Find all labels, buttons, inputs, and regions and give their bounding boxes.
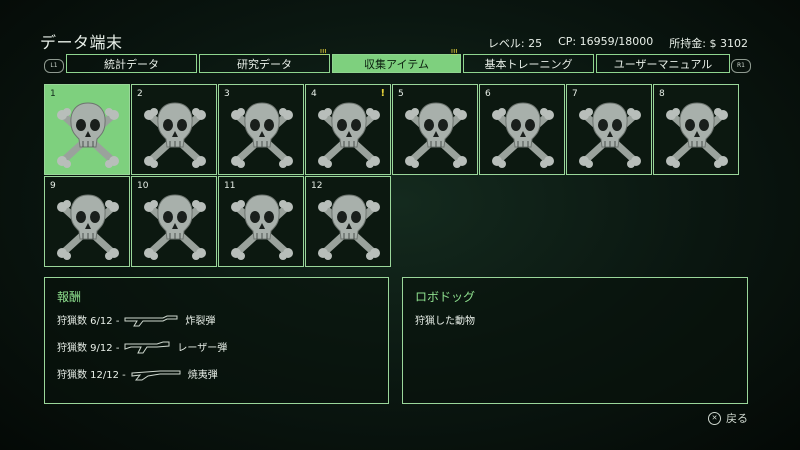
tab-label: 統計データ [104, 58, 159, 71]
laser-gun-icon [124, 341, 170, 353]
skull-crossbones-icon [140, 187, 210, 263]
info-panel: ロボドッグ 狩猟した動物 [402, 277, 748, 404]
ammo-name: 炸裂弾 [185, 316, 216, 327]
skull-crossbones-icon [53, 95, 123, 171]
collectible-item[interactable]: 12 [305, 176, 391, 267]
kill-count: 狩猟数 12/12 - [57, 370, 126, 381]
tab-label: 基本トレーニング [484, 58, 573, 71]
notify-icon: !!! [450, 48, 458, 57]
skull-crossbones-icon [488, 95, 558, 171]
collectible-item[interactable]: 2 [131, 84, 217, 175]
kill-count: 狩猟数 6/12 - [57, 316, 120, 327]
info-description: 狩猟した動物 [415, 316, 475, 327]
tab-statistics[interactable]: 統計データ [66, 54, 197, 73]
cp-label: CP: 16959/18000 [558, 35, 654, 48]
collectible-item[interactable]: 5 [392, 84, 478, 175]
tab-label: 収集アイテム [364, 58, 429, 71]
collectible-item[interactable]: 10 [131, 176, 217, 267]
tab-bar: 統計データ 研究データ !!! 収集アイテム !!! 基本トレーニング ユーザー… [66, 49, 732, 75]
skull-crossbones-icon [662, 95, 732, 171]
reward-row: 狩猟数 12/12 - 焼夷弾 [57, 366, 218, 381]
skull-crossbones-icon [575, 95, 645, 171]
reward-row: 狩猟数 6/12 - 炸裂弾 [57, 312, 215, 327]
r1-shoulder-button[interactable]: R1 [731, 59, 751, 73]
skull-crossbones-icon [314, 187, 384, 263]
notify-icon: !!! [319, 48, 327, 57]
collectible-item[interactable]: 3 [218, 84, 304, 175]
tab-training[interactable]: 基本トレーニング [463, 54, 594, 73]
ammo-name: 焼夷弾 [187, 370, 218, 381]
reward-row: 狩猟数 9/12 - レーザー弾 [57, 339, 227, 354]
tab-label: ユーザーマニュアル [613, 58, 713, 71]
player-stats: レベル: 25 CP: 16959/18000 所持金: $ 3102 [488, 35, 748, 51]
level-label: レベル: 25 [487, 37, 543, 50]
skull-crossbones-icon [227, 187, 297, 263]
skull-crossbones-icon [140, 95, 210, 171]
collectible-item[interactable]: 11 [218, 176, 304, 267]
rewards-panel: 報酬 狩猟数 6/12 - 炸裂弾 狩猟数 9/12 - レーザー弾 狩猟数 1… [44, 277, 389, 404]
collectible-item[interactable]: 6 [479, 84, 565, 175]
l1-shoulder-button[interactable]: L1 [44, 59, 64, 73]
skull-crossbones-icon [227, 95, 297, 171]
skull-crossbones-icon [53, 187, 123, 263]
tab-research[interactable]: 研究データ !!! [199, 49, 330, 73]
skull-crossbones-icon [314, 95, 384, 171]
page-title: データ端末 [40, 33, 123, 52]
rewards-title: 報酬 [57, 290, 82, 304]
collectible-item[interactable]: 4 ! [305, 84, 391, 175]
collectible-item[interactable]: 1 [44, 84, 130, 175]
tab-collectibles[interactable]: 収集アイテム !!! [332, 49, 461, 73]
back-label: 戻る [726, 412, 748, 425]
collectible-item[interactable]: 8 [653, 84, 739, 175]
rifle-icon [124, 315, 178, 326]
skull-crossbones-icon [401, 95, 471, 171]
collectible-item[interactable]: 7 [566, 84, 652, 175]
back-button[interactable]: ✕ 戻る [708, 410, 748, 426]
collectible-item[interactable]: 9 [44, 176, 130, 267]
shotgun-icon [131, 370, 181, 380]
tab-manual[interactable]: ユーザーマニュアル [596, 54, 730, 73]
kill-count: 狩猟数 9/12 - [57, 343, 120, 354]
info-title: ロボドッグ [415, 290, 476, 304]
money-label: 所持金: $ 3102 [669, 37, 748, 50]
ammo-name: レーザー弾 [177, 343, 228, 354]
circle-button-icon: ✕ [708, 411, 721, 425]
tab-label: 研究データ [237, 58, 292, 71]
